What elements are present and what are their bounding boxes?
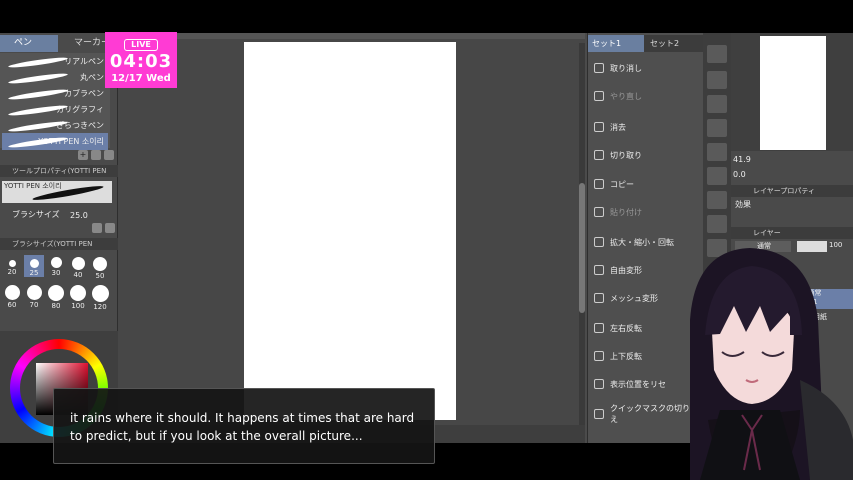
copy-icon[interactable] (91, 150, 101, 160)
drawing-canvas[interactable] (244, 42, 456, 420)
redo-icon (594, 91, 604, 101)
paste-button[interactable]: 貼り付け (588, 199, 700, 225)
list-item[interactable]: ざらつきペン (2, 117, 108, 134)
panel-icon[interactable] (707, 215, 727, 233)
panel-icon[interactable] (707, 71, 727, 89)
panel-icon[interactable] (707, 143, 727, 161)
cut-button[interactable]: 切り取り (588, 142, 700, 168)
navigator (731, 33, 853, 151)
clear-button[interactable]: 消去 (588, 114, 700, 140)
vtuber-avatar (690, 248, 853, 480)
brush-list: リアルペン 丸ペン カブラペン カリグラフィ ざらつきペン YOTTI PEN … (0, 53, 110, 150)
copy-button[interactable]: コピー (588, 171, 700, 197)
redo-button[interactable]: やり直し (588, 83, 700, 109)
reset-view-icon (594, 379, 604, 389)
live-badge: LIVE (124, 39, 158, 51)
subtitle-caption: it rains where it should. It happens at … (53, 388, 435, 464)
brush-stroke-preview (7, 71, 69, 86)
list-item[interactable]: カリグラフィ (2, 101, 108, 118)
list-item[interactable]: カブラペン (2, 85, 108, 102)
canvas-area (118, 33, 585, 433)
left-panel: ペン マーカー リアルペン 丸ペン カブラペン カリグラフィ ざらつきペン YO… (0, 33, 118, 443)
size-preset-selected[interactable]: 25 (24, 255, 44, 277)
set-tabs: セット1 セット2 (588, 35, 704, 52)
transform-icon (594, 237, 604, 247)
navigator-thumbnail[interactable] (760, 36, 826, 150)
copy-icon (594, 179, 604, 189)
panel-icon[interactable] (707, 167, 727, 185)
size-preset[interactable]: 20 (2, 255, 22, 277)
brush-size-value[interactable]: 25.0 (70, 211, 88, 220)
undo-button[interactable]: 取り消し (588, 55, 700, 81)
search-icon[interactable] (105, 223, 115, 233)
list-item[interactable]: 丸ペン (2, 69, 108, 86)
trash-icon[interactable] (104, 150, 114, 160)
zoom-value[interactable]: 41.9 (733, 155, 751, 167)
cut-icon (594, 150, 604, 160)
tool-preview: YOTTI PEN 소이리 (2, 181, 112, 203)
brush-list-toolbar: + (78, 150, 114, 162)
brush-stroke-preview (7, 55, 69, 70)
size-preset[interactable]: 30 (46, 255, 66, 277)
scroll-thumb[interactable] (579, 183, 585, 313)
panel-icon[interactable] (707, 95, 727, 113)
layer-property-header: レイヤープロパティ (731, 185, 853, 197)
panel-icon[interactable] (707, 45, 727, 63)
tool-property-header: ツールプロパティ(YOTTI PEN (0, 165, 118, 177)
vertical-scrollbar[interactable] (579, 43, 585, 433)
list-item-selected[interactable]: YOTTI PEN 소이리 (2, 133, 108, 150)
effect-label: 効果 (735, 200, 751, 209)
brush-size-header: ブラシサイズ(YOTTI PEN (0, 238, 118, 250)
ruler (118, 33, 585, 39)
clear-icon (594, 122, 604, 132)
tool-property-toolbar (92, 223, 115, 235)
panel-icon[interactable] (707, 119, 727, 137)
subtool-tabs: ペン マーカー (0, 35, 118, 53)
panel-icon[interactable] (707, 191, 727, 209)
paste-icon (594, 207, 604, 217)
size-preset[interactable]: 80 (46, 283, 66, 310)
tab-set-1[interactable]: セット1 (588, 35, 644, 52)
size-preset[interactable]: 40 (68, 255, 88, 279)
clock-date: 12/17 Wed (111, 73, 171, 84)
brush-size-label: ブラシサイズ (12, 210, 60, 219)
size-preset[interactable]: 120 (90, 283, 110, 311)
mesh-icon (594, 293, 604, 303)
free-transform-icon (594, 265, 604, 275)
flip-horizontal-icon (594, 323, 604, 333)
clock-time: 04:03 (109, 51, 173, 72)
size-preset[interactable]: 70 (24, 283, 44, 309)
brush-stroke-preview (7, 87, 69, 102)
size-preset[interactable]: 100 (68, 283, 88, 310)
quick-mask-icon (594, 409, 604, 419)
size-preset[interactable]: 60 (2, 283, 22, 309)
tab-pen[interactable]: ペン (0, 35, 58, 52)
rotation-value[interactable]: 0.0 (733, 170, 746, 182)
layer-panel-header: レイヤー (731, 227, 853, 239)
undo-icon (594, 63, 604, 73)
add-icon[interactable]: + (78, 150, 88, 160)
flip-vertical-icon (594, 351, 604, 361)
settings-icon[interactable] (92, 223, 102, 233)
list-item[interactable]: リアルペン (2, 53, 108, 70)
size-preset[interactable]: 50 (90, 255, 110, 280)
tab-set-2[interactable]: セット2 (646, 35, 702, 52)
tool-preview-label: YOTTI PEN 소이리 (4, 182, 62, 190)
live-clock-overlay: LIVE 04:03 12/17 Wed (105, 32, 177, 88)
